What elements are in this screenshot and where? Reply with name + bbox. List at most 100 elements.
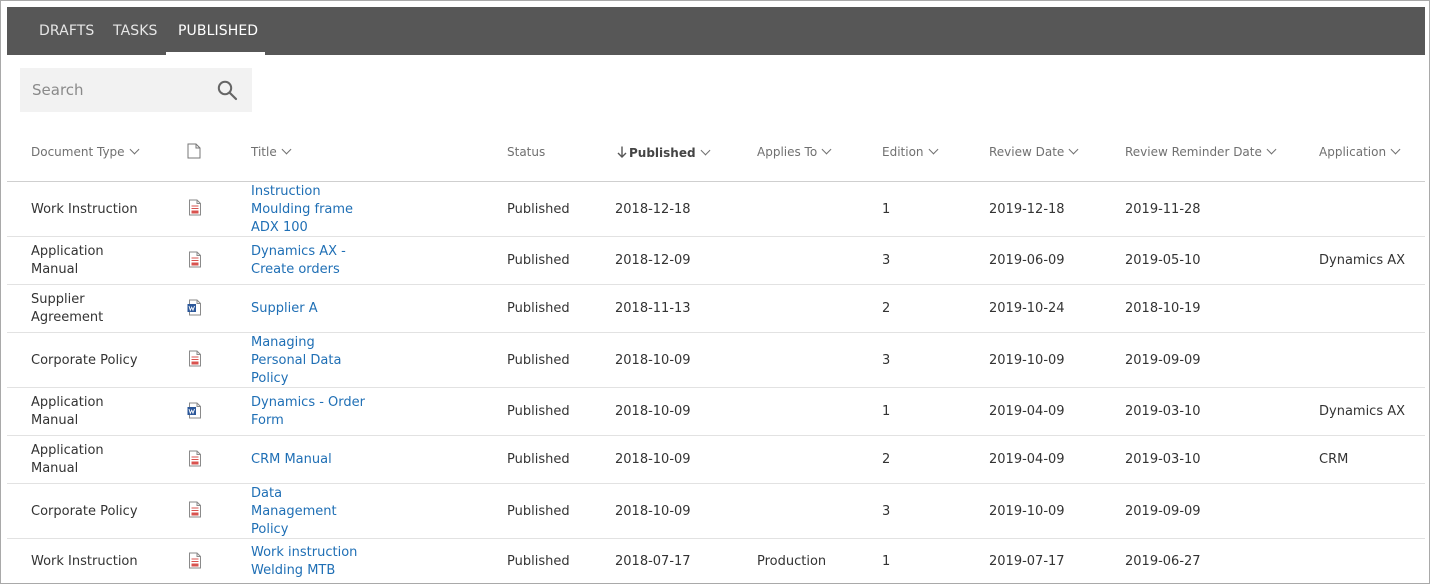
document-title-link-line[interactable]: Personal Data <box>251 352 341 370</box>
column-header-published[interactable]: Published <box>617 145 711 160</box>
document-title-link-line[interactable]: Data <box>251 485 337 503</box>
search-icon[interactable] <box>216 79 238 101</box>
document-title-link[interactable]: Work instruction Welding MTB <box>251 544 357 580</box>
document-title-link[interactable]: Managing Personal Data Policy <box>251 334 341 388</box>
document-type-cell: Corporate Policy <box>31 352 138 370</box>
document-title-link-line[interactable]: Policy <box>251 370 341 388</box>
document-type-cell: Supplier Agreement <box>31 291 103 327</box>
tab-drafts[interactable]: DRAFTS <box>39 7 94 55</box>
column-header-status[interactable]: Status <box>507 145 545 159</box>
document-type-cell-line: Manual <box>31 262 79 277</box>
document-title-link-line[interactable]: Managing <box>251 334 341 352</box>
document-title-link-line[interactable]: Form <box>251 412 365 430</box>
application-cell: Dynamics AX <box>1319 404 1406 419</box>
column-header-title[interactable]: Title <box>251 144 292 159</box>
document-type-cell: Application Manual <box>31 442 104 478</box>
edition-cell: 3 <box>882 504 891 519</box>
document-title-link-line[interactable]: Supplier A <box>251 300 318 318</box>
status-cell: Published <box>507 353 570 368</box>
review-reminder-date-cell: 2019-03-10 <box>1125 404 1201 419</box>
document-type-cell-line: Manual <box>31 413 79 428</box>
search-input[interactable] <box>20 68 210 112</box>
chevron-down-icon <box>821 144 832 155</box>
document-type-cell-line: Work Instruction <box>31 554 138 569</box>
document-title-link-line[interactable]: Dynamics AX - <box>251 243 346 261</box>
pdf-icon[interactable] <box>187 501 203 518</box>
document-title-link-line[interactable]: CRM Manual <box>251 451 332 469</box>
pdf-icon[interactable] <box>187 251 203 268</box>
published-date-cell: 2018-11-13 <box>615 301 691 316</box>
table-row[interactable]: Work Instruction Work instruction Welding … <box>7 539 1425 583</box>
tab-published[interactable]: PUBLISHED <box>178 7 258 55</box>
table-row[interactable]: Application Manual Dynamics - Order Form Pub… <box>7 388 1425 436</box>
pdf-icon[interactable] <box>187 350 203 367</box>
table-row[interactable]: Application Manual Dynamics AX - Create ord… <box>7 237 1425 285</box>
word-icon[interactable] <box>187 402 203 419</box>
review-date-cell: 2019-10-09 <box>989 504 1065 519</box>
column-header-applies-to[interactable]: Applies To <box>757 144 832 159</box>
status-cell: Published <box>507 404 570 419</box>
column-header-document-type[interactable]: Document Type <box>31 144 139 159</box>
document-type-cell-line: Application <box>31 395 104 410</box>
status-cell: Published <box>507 504 570 519</box>
document-title-link-line[interactable]: Work instruction <box>251 544 357 562</box>
review-reminder-date-cell: 2019-03-10 <box>1125 452 1201 467</box>
document-title-link[interactable]: Dynamics - Order Form <box>251 394 365 430</box>
document-title-link-line[interactable]: Policy <box>251 521 337 539</box>
table-row[interactable]: Supplier Agreement Supplier A Published 2018… <box>7 285 1425 333</box>
document-title-link[interactable]: Instruction Moulding frame ADX 100 <box>251 183 353 237</box>
document-title-link-line[interactable]: Welding MTB <box>251 562 357 580</box>
document-title-link-line[interactable]: Dynamics - Order <box>251 394 365 412</box>
word-icon[interactable] <box>187 299 203 316</box>
pdf-icon[interactable] <box>187 450 203 467</box>
document-title-link[interactable]: Supplier A <box>251 300 318 318</box>
review-reminder-date-cell: 2019-06-27 <box>1125 554 1201 569</box>
table-row[interactable]: Corporate Policy Managing Personal Data Pol… <box>7 333 1425 388</box>
document-title-link-line[interactable]: ADX 100 <box>251 219 353 237</box>
document-title-link[interactable]: CRM Manual <box>251 451 332 469</box>
document-title-link-line[interactable]: Management <box>251 503 337 521</box>
document-type-cell: Work Instruction <box>31 553 138 571</box>
chevron-down-icon <box>700 145 711 156</box>
column-header-review-reminder-date[interactable]: Review Reminder Date <box>1125 144 1277 159</box>
review-date-cell: 2019-04-09 <box>989 452 1065 467</box>
review-date-cell: 2019-04-09 <box>989 404 1065 419</box>
application-cell: CRM <box>1319 452 1349 467</box>
chevron-down-icon <box>1068 144 1079 155</box>
table-row[interactable]: Application Manual CRM Manual Published 2018… <box>7 436 1425 484</box>
column-header-review-date[interactable]: Review Date <box>989 144 1079 159</box>
sort-descending-icon <box>617 146 627 158</box>
published-date-cell: 2018-12-18 <box>615 202 691 217</box>
document-title-link-line[interactable]: Create orders <box>251 261 346 279</box>
table-row[interactable]: Corporate Policy Data Management Policy Publ… <box>7 484 1425 539</box>
document-type-cell-line: Agreement <box>31 310 104 325</box>
pdf-icon[interactable] <box>187 552 203 569</box>
document-title-link-line[interactable]: Moulding frame <box>251 201 353 219</box>
edition-cell: 2 <box>882 301 891 316</box>
column-header-label: Review Reminder Date <box>1125 145 1262 159</box>
tab-bar: DRAFTS TASKS PUBLISHED <box>7 7 1425 55</box>
document-title-link[interactable]: Data Management Policy <box>251 485 337 539</box>
table-row[interactable]: Work Instruction Instruction Moulding fram… <box>7 182 1425 237</box>
published-date-cell: 2018-10-09 <box>615 452 691 467</box>
review-reminder-date-cell: 2019-11-28 <box>1125 202 1201 217</box>
document-title-link-line[interactable]: Instruction <box>251 183 353 201</box>
document-type-cell-line: Corporate Policy <box>31 504 138 519</box>
active-tab-indicator <box>166 52 265 55</box>
edition-cell: 1 <box>882 404 891 419</box>
document-title-link[interactable]: Dynamics AX - Create orders <box>251 243 346 279</box>
column-header-label: Document Type <box>31 145 125 159</box>
published-date-cell: 2018-10-09 <box>615 404 691 419</box>
tab-tasks[interactable]: TASKS <box>113 7 158 55</box>
status-cell: Published <box>507 554 570 569</box>
chevron-down-icon <box>1266 144 1277 155</box>
column-header-label: Application <box>1319 145 1387 159</box>
edition-cell: 3 <box>882 353 891 368</box>
pdf-icon[interactable] <box>187 199 203 216</box>
edition-cell: 1 <box>882 554 891 569</box>
column-header-edition[interactable]: Edition <box>882 144 938 159</box>
column-header-application[interactable]: Application <box>1319 144 1401 159</box>
edition-cell: 2 <box>882 452 891 467</box>
document-type-cell-line: Application <box>31 244 104 259</box>
review-date-cell: 2019-06-09 <box>989 253 1065 268</box>
